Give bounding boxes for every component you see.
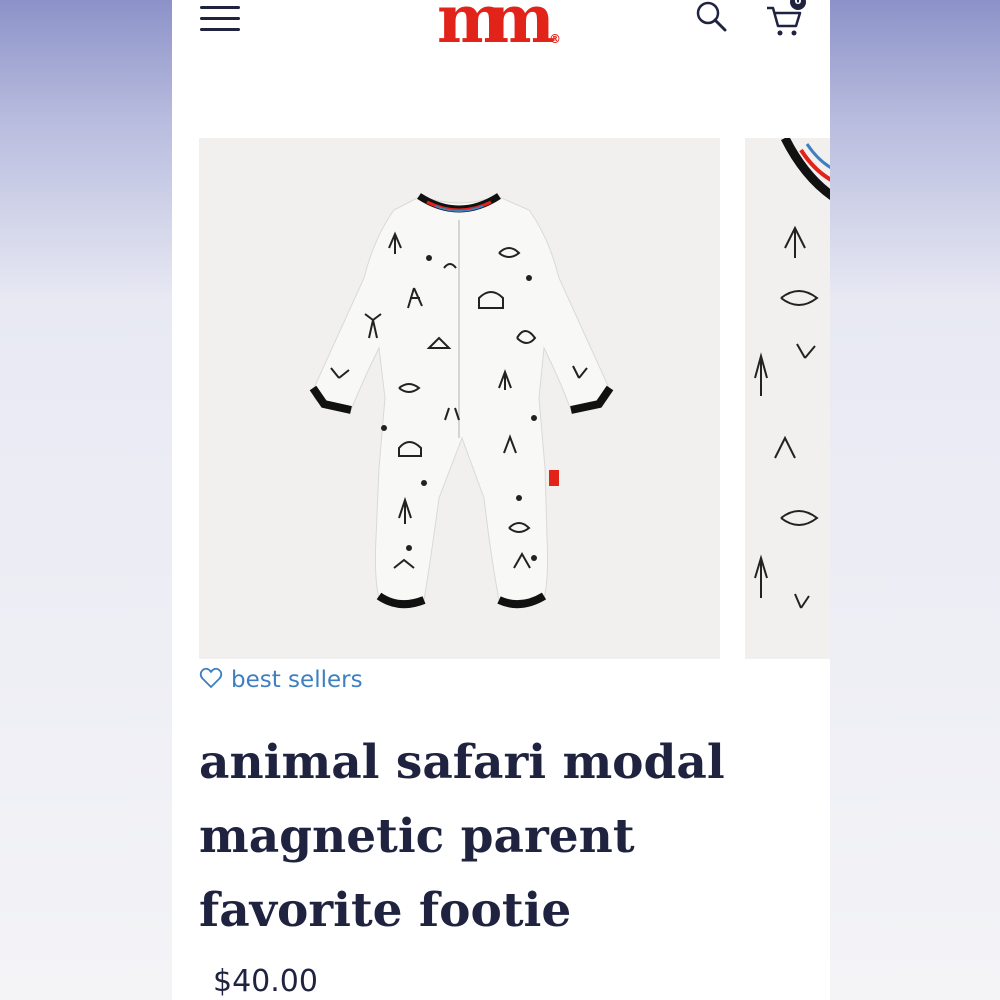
hamburger-menu-icon[interactable]: [200, 4, 240, 36]
background-right: [830, 0, 1000, 1000]
search-icon[interactable]: [694, 0, 730, 36]
wishlist-label: best sellers: [231, 667, 363, 693]
product-image-next[interactable]: [745, 138, 830, 659]
add-to-wishlist[interactable]: best sellers: [199, 664, 363, 696]
product-image-main[interactable]: [199, 138, 720, 659]
mobile-page: m m ® 0 best sellers animal safari modal…: [172, 0, 830, 1000]
logo-text-2: m: [485, 0, 555, 58]
product-title: animal safari modal magnetic parent favo…: [199, 735, 725, 938]
brand-logo[interactable]: m m ®: [437, 0, 567, 64]
registered-mark: ®: [549, 32, 561, 46]
background-left: [0, 0, 172, 1000]
product-price: $40.00: [213, 964, 318, 999]
shopping-cart-icon[interactable]: 0: [764, 0, 810, 40]
heart-outline-icon: [199, 666, 223, 694]
